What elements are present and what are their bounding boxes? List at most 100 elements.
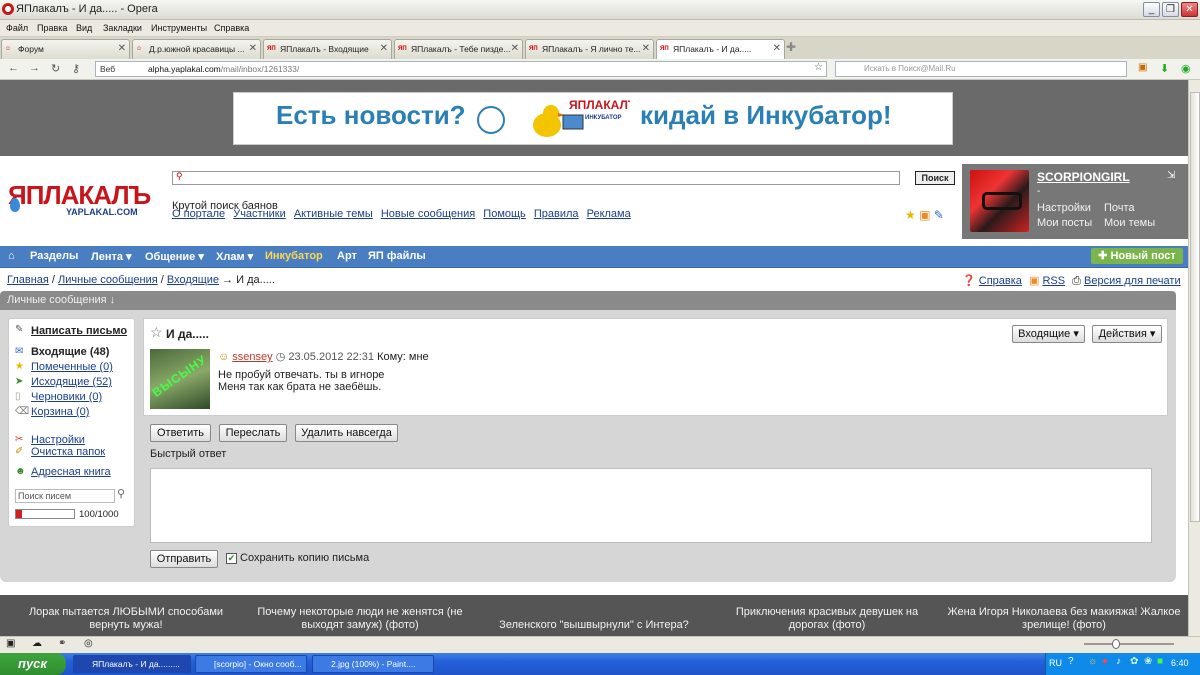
menu-edit[interactable]: Правка [37,23,67,33]
pm-search-icon[interactable]: ⚲ [117,487,125,500]
link-members[interactable]: Участники [233,208,286,220]
nav-social[interactable]: Общение ▾ [145,250,204,263]
task-paint[interactable]: 2.jpg (100%) - Paint.... [312,655,434,673]
nav-sections[interactable]: Разделы [30,250,78,262]
footer-news-2[interactable]: Почему некоторые люди не женятся (не вых… [250,606,470,632]
link-ads[interactable]: Реклама [587,208,631,220]
crumb-inbox[interactable]: Входящие [167,274,219,286]
tray-app3-icon[interactable]: ■ [1157,656,1163,667]
rss-link[interactable]: RSS [1042,275,1065,287]
help-link[interactable]: Справка [979,275,1022,287]
help-tray-icon[interactable]: ? [1068,656,1074,667]
opera-unite-icon[interactable]: ▣ [1138,62,1147,73]
menu-file[interactable]: Файл [6,23,28,33]
folder-trash[interactable]: Корзина (0) [31,406,89,418]
folder-drafts[interactable]: Черновики (0) [31,391,102,403]
user-mail-link[interactable]: Почта [1104,202,1135,214]
tray-app2-icon[interactable]: ❀ [1144,656,1152,667]
logout-icon[interactable]: ⇲ [1167,170,1175,181]
footer-news-3[interactable]: Зеленского "вышвырнули" с Интера? [484,619,704,632]
crumb-pm[interactable]: Личные сообщения [58,274,158,286]
tab-birthday[interactable]: ☺ Д.р.южной красавицы ... ✕ [132,39,261,59]
lang-indicator[interactable]: RU [1049,658,1062,668]
minimize-button[interactable]: _ [1143,2,1160,17]
reload-icon[interactable]: ↻ [51,62,60,75]
link-active-topics[interactable]: Активные темы [294,208,373,220]
crumb-home[interactable]: Главная [7,274,49,286]
wand-icon[interactable]: ◉ [1181,62,1191,75]
folder-dropdown-button[interactable]: Входящие ▾ [1012,325,1085,343]
vertical-scrollbar[interactable] [1188,80,1200,636]
share-icon[interactable]: ⚭ [58,638,66,649]
menu-tools[interactable]: Инструменты [151,23,207,33]
save-copy-checkbox[interactable]: ✔ [226,553,237,564]
nav-feed[interactable]: Лента ▾ [91,250,132,263]
delete-forever-button[interactable]: Удалить навсегда [295,424,398,442]
tab-close-icon[interactable]: ✕ [773,40,781,58]
zoom-slider[interactable] [1084,639,1174,649]
nav-art[interactable]: Арт [337,250,357,262]
new-post-button[interactable]: ✚ Новый пост [1091,248,1183,264]
user-topics-link[interactable]: Мои темы [1104,217,1155,229]
link-rules[interactable]: Правила [534,208,579,220]
link-about[interactable]: О портале [172,208,225,220]
window-titlebar[interactable]: ЯПлакалъ - И да..... - Opera _ ❐ ✕ [0,0,1200,20]
cleanup-link[interactable]: Очистка папок [31,446,105,458]
site-search-button[interactable]: Поиск [915,171,955,185]
bookmark-star-icon[interactable]: ☆ [814,62,823,73]
scrollbar-thumb[interactable] [1190,92,1200,522]
forward-button[interactable]: Переслать [219,424,287,442]
tab-current-message[interactable]: ЯП ЯПлакалъ - И да..... ✕ [656,39,785,59]
addressbook-link[interactable]: Адресная книга [31,466,111,478]
nav-incubator[interactable]: Инкубатор [265,250,323,262]
tab-close-icon[interactable]: ✕ [642,40,650,58]
new-tab-icon[interactable]: ✚ [786,40,796,54]
send-button[interactable]: Отправить [150,550,218,568]
sender-link[interactable]: ssensey [232,351,272,363]
turbo-icon[interactable]: ◎ [84,638,93,649]
back-icon[interactable]: ← [8,62,19,74]
print-link[interactable]: Версия для печати [1084,275,1181,287]
tab-close-icon[interactable]: ✕ [249,40,257,58]
download-icon[interactable]: ⬇ [1160,62,1169,75]
settings-link[interactable]: Настройки [31,434,85,446]
network-icon[interactable]: ☼ [1088,656,1097,667]
search-field[interactable]: Искать в Поиск@Mail.Ru [835,61,1127,77]
actions-dropdown-button[interactable]: Действия ▾ [1092,325,1162,343]
tab-inbox[interactable]: ЯП ЯПлакалъ - Входящие ✕ [263,39,392,59]
footer-news-1[interactable]: Лорак пытается ЛЮБЫМИ способами вернуть … [16,606,236,632]
menu-help[interactable]: Справка [214,23,249,33]
reply-button[interactable]: Ответить [150,424,211,442]
rss-icon[interactable]: ▣ [919,208,930,222]
sound-icon[interactable]: ♪ [1116,656,1121,667]
tab-close-icon[interactable]: ✕ [380,40,388,58]
menu-bookmarks[interactable]: Закладки [103,23,142,33]
pm-search-input[interactable]: Поиск писем [15,489,115,503]
user-avatar[interactable] [970,170,1029,232]
key-icon[interactable]: ⚷ [72,62,80,75]
tray-app-icon[interactable]: ✿ [1130,656,1138,667]
site-search-input[interactable]: ⚲ [172,171,900,185]
start-button[interactable]: пуск [0,653,66,675]
maximize-button[interactable]: ❐ [1162,2,1179,17]
quick-reply-textarea[interactable] [150,468,1152,543]
star-outline-icon[interactable]: ☆ [150,324,163,341]
nav-junk[interactable]: Хлам ▾ [216,250,253,263]
menu-view[interactable]: Вид [76,23,92,33]
close-button[interactable]: ✕ [1181,2,1198,17]
pencil-icon[interactable]: ✎ [934,208,944,222]
footer-news-4[interactable]: Приключения красивых девушек на дорогах … [717,606,937,632]
tab-message-1[interactable]: ЯП ЯПлакалъ - Тебе пизде... ✕ [394,39,523,59]
username-link[interactable]: SCORPIONGIRL [1037,170,1130,184]
footer-news-5[interactable]: Жена Игоря Николаева без макияжа! Жалкое… [946,606,1182,632]
forward-icon[interactable]: → [29,62,40,74]
user-settings-link[interactable]: Настройки [1037,202,1091,214]
nav-files[interactable]: ЯП файлы [368,250,426,262]
compose-link[interactable]: Написать письмо [31,325,127,337]
user-posts-link[interactable]: Мои посты [1037,217,1092,229]
tab-close-icon[interactable]: ✕ [118,40,126,58]
folder-starred[interactable]: Помеченные (0) [31,361,113,373]
opera-tray-icon[interactable]: ● [1102,656,1108,667]
link-new-posts[interactable]: Новые сообщения [381,208,475,220]
favorites-icon[interactable]: ★ [905,208,916,222]
